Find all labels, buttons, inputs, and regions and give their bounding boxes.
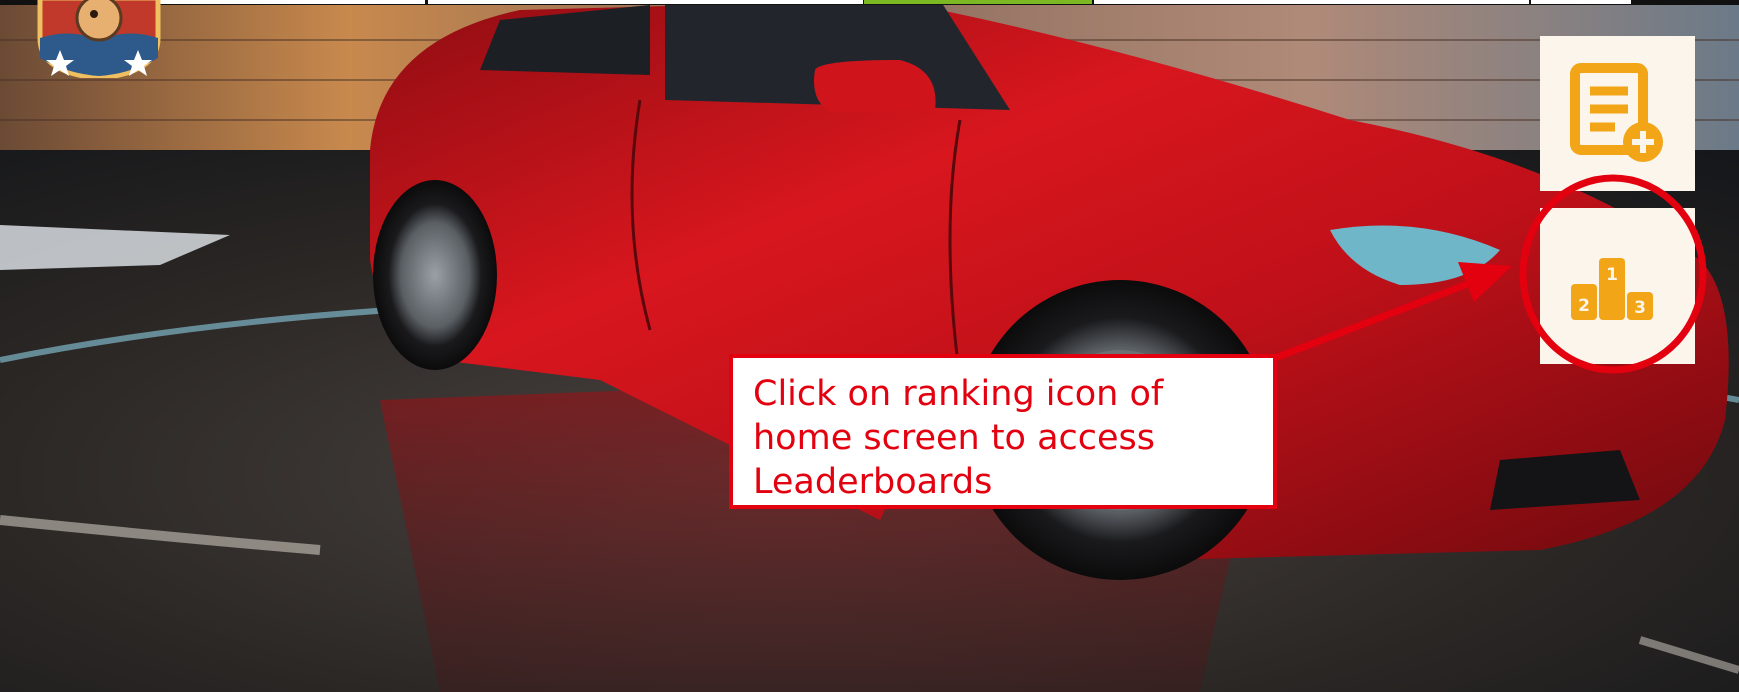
task-list-add-icon: [1570, 63, 1663, 162]
player-avatar-icon[interactable]: [30, 0, 168, 78]
podium-label-1: 1: [1606, 265, 1618, 285]
garage-home-screen: 2 1 3 Click on ranking icon of home scre…: [0, 0, 1739, 692]
ranking-leaderboard-button[interactable]: 2 1 3: [1540, 208, 1695, 364]
top-hud-segment: [428, 0, 863, 4]
tutorial-callout-text: Click on ranking icon of home screen to …: [753, 374, 1164, 502]
top-hud-bar: [0, 0, 1739, 5]
garage-background: [0, 0, 1739, 692]
task-list-add-button[interactable]: [1540, 36, 1695, 191]
ranking-podium-icon: 2 1 3: [1571, 258, 1653, 320]
top-hud-segment: [1531, 0, 1631, 4]
tutorial-callout-box: Click on ranking icon of home screen to …: [729, 354, 1277, 509]
podium-label-3: 3: [1634, 298, 1646, 318]
top-hud-segment: [1094, 0, 1529, 4]
top-hud-segment: [864, 0, 1092, 4]
podium-label-2: 2: [1578, 296, 1590, 316]
top-hud-segment: [160, 0, 425, 4]
